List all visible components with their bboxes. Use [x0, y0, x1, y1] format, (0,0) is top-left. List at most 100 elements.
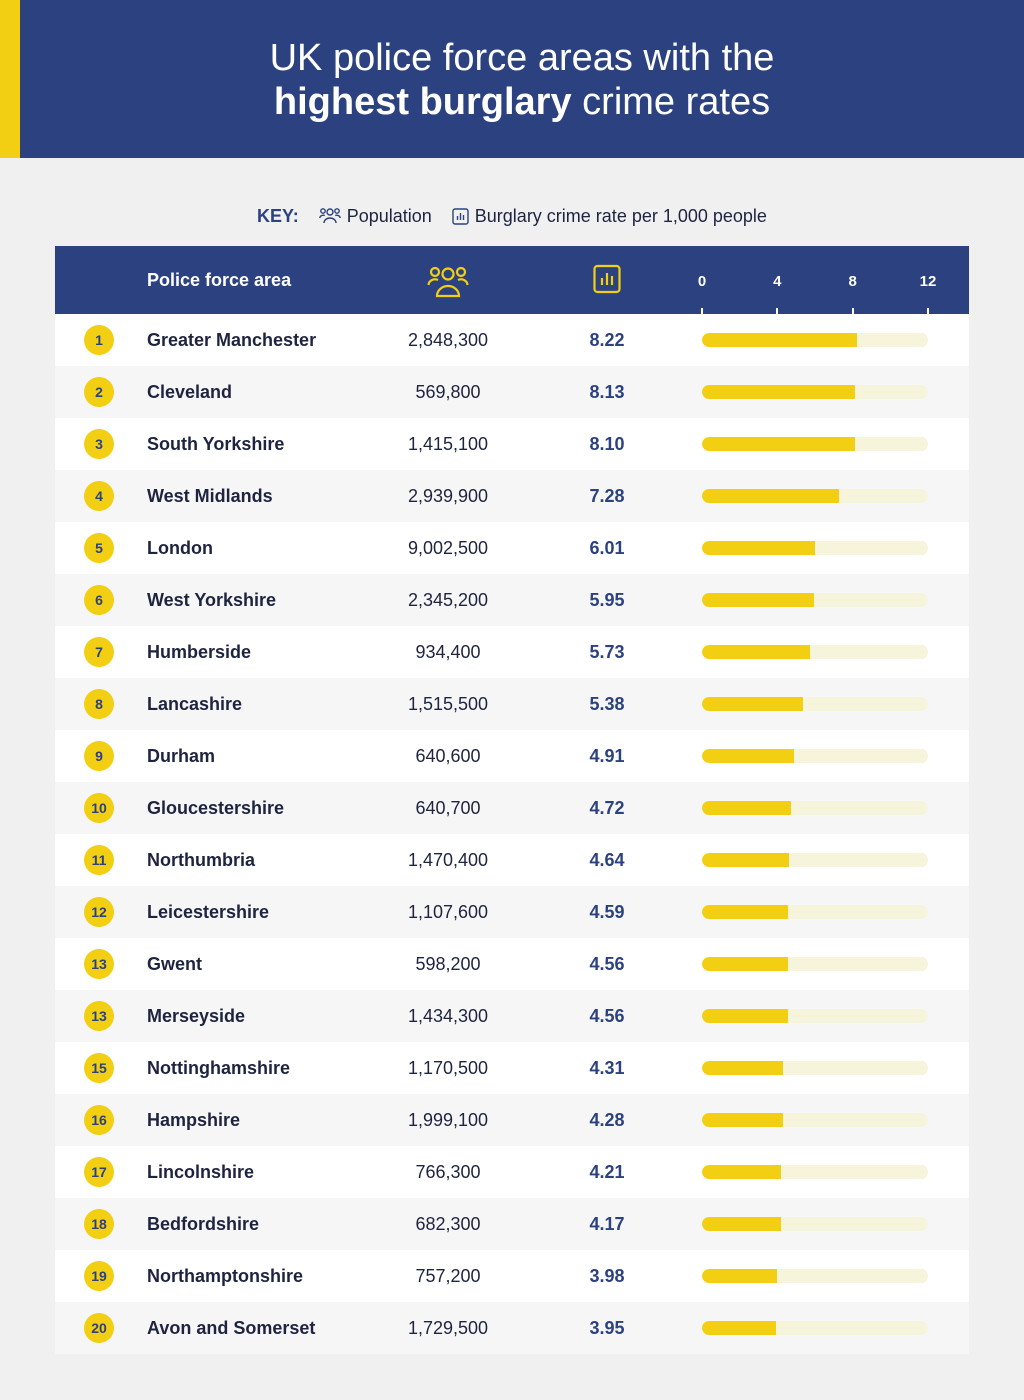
- bar-track: [702, 645, 928, 659]
- area-name: Leicestershire: [147, 902, 270, 922]
- bar-track: [702, 1269, 928, 1283]
- bar: [702, 1217, 781, 1231]
- rank-badge: 3: [84, 429, 114, 459]
- population-value: 598,200: [415, 954, 481, 974]
- population-value: 1,170,500: [407, 1058, 489, 1078]
- population-value: 1,729,500: [407, 1318, 489, 1338]
- table-row: 8 Lancashire 1,515,500 5.38: [55, 678, 969, 730]
- rank-badge: 2: [84, 377, 114, 407]
- bar-track: [702, 853, 928, 867]
- bar-track: [702, 541, 928, 555]
- rank-badge: 8: [84, 689, 114, 719]
- bar-track: [702, 385, 928, 399]
- bar: [702, 385, 856, 399]
- rate-value: 4.31: [589, 1058, 625, 1078]
- table-row: 17 Lincolnshire 766,300 4.21: [55, 1146, 969, 1198]
- table-row: 13 Merseyside 1,434,300 4.56: [55, 990, 969, 1042]
- rate-value: 4.56: [589, 954, 625, 974]
- population-value: 682,300: [415, 1214, 481, 1234]
- area-name: Bedfordshire: [147, 1214, 260, 1234]
- population-value: 1,470,400: [407, 850, 489, 870]
- population-value: 1,107,600: [407, 902, 489, 922]
- bar: [702, 645, 810, 659]
- area-name: Northamptonshire: [147, 1266, 304, 1286]
- table-row: 20 Avon and Somerset 1,729,500 3.95: [55, 1302, 969, 1354]
- rate-value: 3.98: [589, 1266, 625, 1286]
- bar-track: [702, 333, 928, 347]
- population-value: 757,200: [415, 1266, 481, 1286]
- population-value: 569,800: [415, 382, 481, 402]
- key-population-label: Population: [346, 205, 432, 226]
- table-row: 10 Gloucestershire 640,700 4.72: [55, 782, 969, 834]
- bar-track: [702, 489, 928, 503]
- bar-track: [702, 1113, 928, 1127]
- rate-column-icon: [593, 264, 621, 294]
- bar: [702, 801, 791, 815]
- area-name: Durham: [147, 746, 216, 766]
- rate-value: 4.72: [589, 798, 625, 818]
- bar: [702, 1269, 777, 1283]
- area-name: Cleveland: [147, 382, 233, 402]
- table-row: 7 Humberside 934,400 5.73: [55, 626, 969, 678]
- bar-track: [702, 437, 928, 451]
- area-name: Nottinghamshire: [147, 1058, 291, 1078]
- rank-badge: 7: [84, 637, 114, 667]
- column-header-area: Police force area: [147, 270, 292, 290]
- area-name: South Yorkshire: [147, 434, 285, 454]
- header-banner: UK police force areas with the highest b…: [0, 0, 1024, 158]
- bar: [702, 1061, 784, 1075]
- bar: [702, 1009, 788, 1023]
- bar-track: [702, 801, 928, 815]
- area-name: Humberside: [147, 642, 252, 662]
- rate-value: 4.56: [589, 1006, 625, 1026]
- bar: [702, 333, 857, 347]
- table-row: 9 Durham 640,600 4.91: [55, 730, 969, 782]
- rate-value: 4.91: [589, 746, 625, 766]
- bar-track: [702, 905, 928, 919]
- rank-badge: 17: [84, 1157, 114, 1187]
- rank-badge: 4: [84, 481, 114, 511]
- title-bold: highest burglary: [273, 81, 572, 123]
- population-value: 1,434,300: [407, 1006, 489, 1026]
- population-value: 766,300: [415, 1162, 481, 1182]
- bar: [702, 437, 855, 451]
- area-name: Gwent: [147, 954, 203, 974]
- rate-value: 4.17: [589, 1214, 625, 1234]
- key-item-rate: Burglary crime rate per 1,000 people: [452, 206, 767, 227]
- table-header: Police force area 0 4 8 12: [55, 246, 969, 314]
- rank-badge: 5: [84, 533, 114, 563]
- rank-badge: 15: [84, 1053, 114, 1083]
- rankings-table: Police force area 0 4 8 12 1 Greater Manches…: [55, 246, 969, 1354]
- table-row: 1 Greater Manchester 2,848,300 8.22: [55, 314, 969, 366]
- bar-track: [702, 749, 928, 763]
- population-value: 2,848,300: [407, 330, 489, 350]
- population-value: 640,600: [415, 746, 481, 766]
- population-value: 1,999,100: [407, 1110, 489, 1130]
- bar: [702, 1113, 783, 1127]
- bar: [702, 593, 815, 607]
- area-name: Northumbria: [147, 850, 255, 870]
- rate-value: 5.73: [589, 642, 625, 662]
- table-row: 18 Bedfordshire 682,300 4.17: [55, 1198, 969, 1250]
- rank-badge: 6: [84, 585, 114, 615]
- rank-badge: 18: [84, 1209, 114, 1239]
- accent-stripe: [0, 0, 20, 158]
- chart-key: KEY: Population Burglary crime rate per …: [0, 203, 1024, 229]
- rate-value: 3.95: [589, 1318, 625, 1338]
- area-name: West Midlands: [147, 486, 273, 506]
- bar-track: [702, 1321, 928, 1335]
- bar: [702, 697, 804, 711]
- x-tick-label: 8: [848, 273, 857, 290]
- rate-value: 5.38: [589, 694, 625, 714]
- title-line-1: UK police force areas with the: [269, 37, 775, 79]
- bar-track: [702, 1165, 928, 1179]
- rank-badge: 10: [84, 793, 114, 823]
- area-name: Hampshire: [147, 1110, 241, 1130]
- table-row: 2 Cleveland 569,800 8.13: [55, 366, 969, 418]
- bar: [702, 541, 816, 555]
- rate-value: 4.64: [589, 850, 625, 870]
- people-icon: [318, 208, 341, 224]
- table-row: 19 Northamptonshire 757,200 3.98: [55, 1250, 969, 1302]
- rank-badge: 1: [84, 325, 114, 355]
- table-row: 13 Gwent 598,200 4.56: [55, 938, 969, 990]
